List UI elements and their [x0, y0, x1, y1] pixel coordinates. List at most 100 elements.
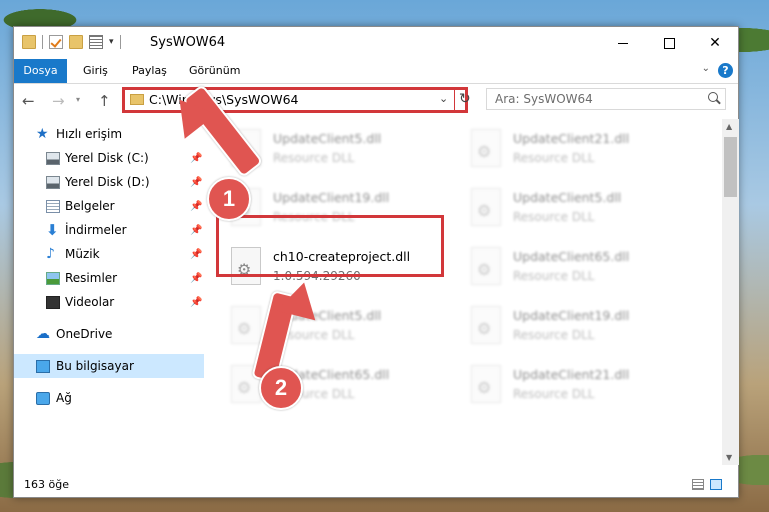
- folder-icon: [130, 94, 144, 105]
- star-icon: ★: [36, 125, 49, 142]
- network-icon: [36, 391, 50, 405]
- search-placeholder: Ara: SysWOW64: [495, 92, 593, 106]
- help-icon[interactable]: ?: [718, 63, 733, 78]
- up-arrow-icon[interactable]: ↑: [98, 92, 111, 110]
- list-item[interactable]: UpdateClient19.dll Resource DLL: [467, 302, 693, 354]
- navigation-bar: ← → ▾ ↑ C:\Windows\SysWOW64 ⌄ ↻ Ara: Sys…: [14, 84, 738, 118]
- properties-check-icon[interactable]: [49, 35, 63, 49]
- pin-icon[interactable]: 📌: [190, 153, 202, 164]
- pin-icon[interactable]: 📌: [190, 225, 202, 236]
- pin-icon[interactable]: 📌: [190, 201, 202, 212]
- tab-share[interactable]: Paylaş: [132, 59, 167, 83]
- sidebar-item-local-disk-d[interactable]: Yerel Disk (D:) 📌: [14, 170, 204, 194]
- sidebar-item-label: OneDrive: [56, 327, 113, 341]
- scroll-up-icon[interactable]: ▲: [726, 122, 732, 131]
- sidebar-item-videos[interactable]: Videolar 📌: [14, 290, 204, 314]
- list-item[interactable]: UpdateClient5.dll Resource DLL: [227, 125, 453, 177]
- forward-arrow-icon[interactable]: →: [52, 92, 65, 110]
- videos-icon: [46, 295, 60, 309]
- drive-icon: [46, 151, 60, 165]
- file-description: Resource DLL: [513, 387, 595, 401]
- toolbar-separator: [119, 35, 121, 49]
- file-highlight-frame: [216, 215, 444, 277]
- file-name: UpdateClient21.dll: [513, 367, 630, 382]
- list-item[interactable]: UpdateClient21.dll Resource DLL: [467, 125, 693, 177]
- sidebar-item-label: Yerel Disk (C:): [65, 151, 149, 165]
- sidebar-item-downloads[interactable]: ⬇ İndirmeler 📌: [14, 218, 204, 242]
- chevron-down-icon[interactable]: ⌄: [439, 92, 448, 105]
- window-title: SysWOW64: [150, 35, 226, 50]
- dll-file-icon: [471, 188, 501, 226]
- tab-home[interactable]: Giriş: [83, 59, 108, 83]
- minimize-button[interactable]: [600, 27, 646, 59]
- file-name: UpdateClient21.dll: [513, 131, 630, 146]
- documents-icon: [46, 199, 60, 213]
- search-icon: [708, 92, 718, 102]
- dll-file-icon: [471, 129, 501, 167]
- toolbar-separator: [42, 35, 43, 49]
- back-arrow-icon[interactable]: ←: [22, 92, 35, 110]
- tab-file[interactable]: Dosya: [14, 59, 67, 83]
- list-item[interactable]: UpdateClient65.dll Resource DLL: [467, 243, 693, 295]
- file-name: UpdateClient19.dll: [273, 190, 390, 205]
- navigation-pane: ★ Hızlı erişim Yerel Disk (C:) 📌 Yerel D…: [14, 119, 204, 465]
- sidebar-item-label: Yerel Disk (D:): [65, 175, 150, 189]
- recent-locations-icon[interactable]: ▾: [76, 95, 80, 104]
- sidebar-item-label: Ağ: [56, 391, 72, 405]
- sidebar-item-label: Bu bilgisayar: [56, 359, 134, 373]
- details-view-icon[interactable]: [692, 479, 704, 490]
- tiles-view-icon[interactable]: [710, 479, 722, 490]
- maximize-button[interactable]: [646, 27, 692, 59]
- sidebar-item-music[interactable]: ♪ Müzik 📌: [14, 242, 204, 266]
- expand-ribbon-icon[interactable]: ⌄: [702, 63, 710, 74]
- sidebar-item-label: Resimler: [65, 271, 118, 285]
- dll-file-icon: [471, 247, 501, 285]
- list-item[interactable]: UpdateClient5.dll Resource DLL: [467, 184, 693, 236]
- file-description: Resource DLL: [513, 151, 595, 165]
- minimize-icon: [618, 42, 628, 44]
- close-icon: ✕: [709, 35, 721, 51]
- tab-view[interactable]: Görünüm: [189, 59, 240, 83]
- new-folder-icon[interactable]: [69, 35, 83, 49]
- sidebar-item-network[interactable]: Ağ: [14, 386, 204, 410]
- file-description: Resource DLL: [513, 269, 595, 283]
- status-bar: 163 öğe: [14, 473, 738, 497]
- onedrive-icon: ☁: [36, 325, 50, 342]
- close-button[interactable]: ✕: [692, 27, 738, 59]
- dll-file-icon: [471, 306, 501, 344]
- search-input[interactable]: Ara: SysWOW64: [486, 88, 726, 110]
- customize-icon[interactable]: [89, 35, 103, 49]
- sidebar-item-pictures[interactable]: Resimler 📌: [14, 266, 204, 290]
- pin-icon[interactable]: 📌: [190, 249, 202, 260]
- pin-icon[interactable]: 📌: [190, 273, 202, 284]
- music-icon: ♪: [46, 245, 55, 262]
- sidebar-item-documents[interactable]: Belgeler 📌: [14, 194, 204, 218]
- vertical-scrollbar[interactable]: ▲ ▼: [722, 119, 739, 465]
- pictures-icon: [46, 271, 60, 285]
- pin-icon[interactable]: 📌: [190, 297, 202, 308]
- dll-file-icon: [471, 365, 501, 403]
- sidebar-item-this-pc[interactable]: Bu bilgisayar: [14, 354, 204, 378]
- drive-icon: [46, 175, 60, 189]
- list-item[interactable]: UpdateClient21.dll Resource DLL: [467, 361, 693, 413]
- sidebar-item-label: İndirmeler: [65, 223, 127, 237]
- scroll-thumb[interactable]: [724, 137, 737, 197]
- dll-file-icon: [231, 306, 261, 344]
- file-description: Resource DLL: [273, 151, 355, 165]
- pin-icon[interactable]: 📌: [190, 177, 202, 188]
- file-description: Resource DLL: [513, 210, 595, 224]
- scroll-down-icon[interactable]: ▼: [726, 453, 732, 462]
- sidebar-item-onedrive[interactable]: ☁ OneDrive: [14, 322, 204, 346]
- title-bar: ▾ SysWOW64 ✕: [14, 27, 738, 59]
- sidebar-item-label: Müzik: [65, 247, 100, 261]
- address-separator: [454, 90, 455, 110]
- sidebar-item-label: Belgeler: [65, 199, 115, 213]
- item-count: 163 öğe: [24, 478, 69, 491]
- sidebar-item-local-disk-c[interactable]: Yerel Disk (C:) 📌: [14, 146, 204, 170]
- chevron-down-icon[interactable]: ▾: [109, 37, 114, 47]
- refresh-icon[interactable]: ↻: [459, 91, 471, 107]
- sidebar-item-label: Videolar: [65, 295, 115, 309]
- file-name: UpdateClient65.dll: [513, 249, 630, 264]
- ribbon-tabs: Dosya Giriş Paylaş Görünüm ⌄ ?: [14, 59, 738, 84]
- file-name: UpdateClient5.dll: [273, 131, 382, 146]
